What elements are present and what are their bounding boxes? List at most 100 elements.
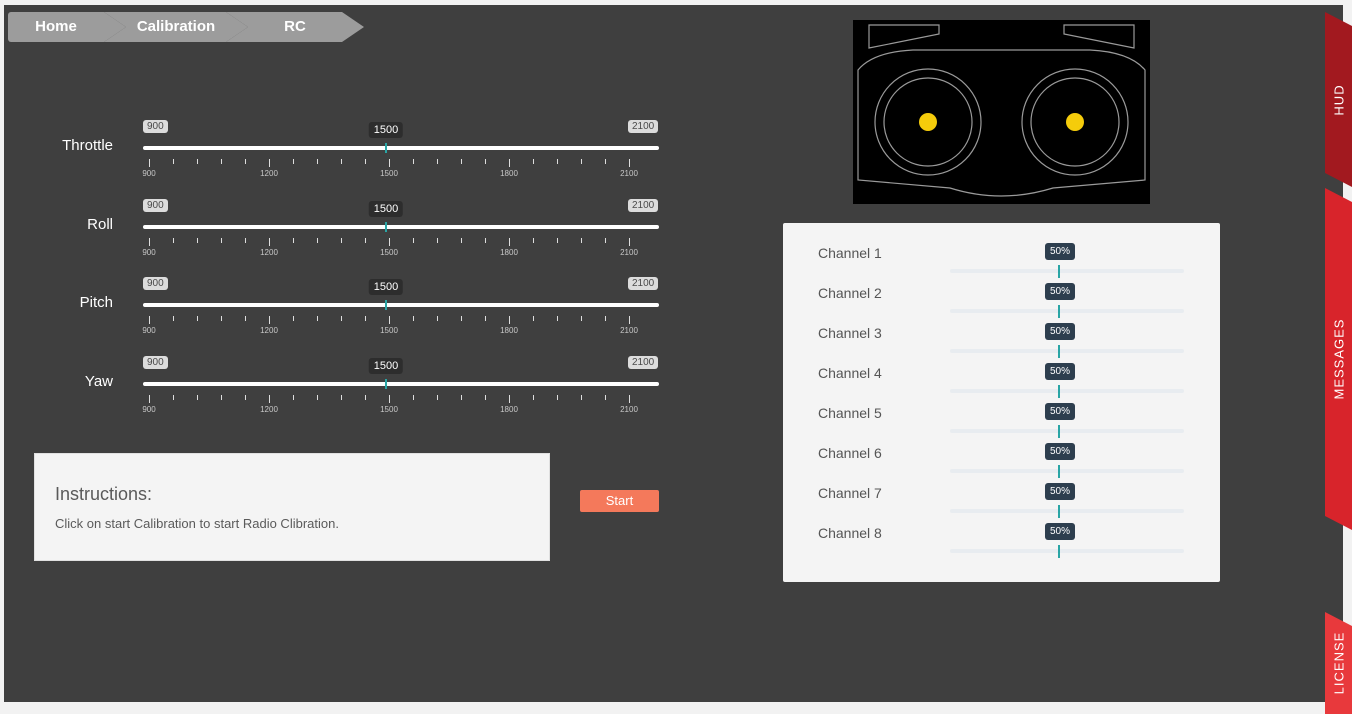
slider-tick: [485, 159, 486, 164]
breadcrumb-home[interactable]: Home: [8, 12, 126, 42]
slider-value-badge: 1500: [368, 358, 404, 374]
slider-tick-label: 1800: [500, 169, 518, 178]
slider-label: Yaw: [84, 373, 113, 390]
slider-tick: [509, 238, 510, 246]
transmitter-graphic: [857, 24, 1146, 197]
channel-value-badge: 50%: [1045, 323, 1076, 340]
slider-tick: [365, 159, 366, 164]
channel-row: Channel 7 50%: [783, 483, 1220, 523]
hud-tab[interactable]: HUD: [1325, 12, 1352, 187]
channel-row: Channel 3 50%: [783, 323, 1220, 363]
slider-tick: [173, 159, 174, 164]
channel-track: [950, 269, 1184, 273]
slider-tick: [389, 238, 390, 246]
slider-tick: [197, 238, 198, 243]
slider-tick: [389, 316, 390, 324]
slider-handle[interactable]: [385, 379, 387, 389]
channel-row: Channel 1 50%: [783, 243, 1220, 283]
slider-tick: [245, 316, 246, 321]
slider-tick: [485, 395, 486, 400]
channel-value-badge: 50%: [1045, 523, 1076, 540]
slider-tick: [533, 238, 534, 243]
slider-tick-label: 1200: [260, 326, 278, 335]
slider-tick: [293, 238, 294, 243]
slider-tick-label: 1200: [260, 169, 278, 178]
slider-tick: [413, 395, 414, 400]
slider-tick: [605, 238, 606, 243]
slider-track[interactable]: [143, 382, 659, 386]
slider-ticks: 900 1200 1500 1800 2100: [142, 159, 659, 178]
license-tab[interactable]: LICENSE: [1325, 612, 1352, 714]
slider-tick: [245, 238, 246, 243]
slider-track[interactable]: [143, 303, 659, 307]
channel-value-badge: 50%: [1045, 283, 1076, 300]
slider-tick-label: 1500: [380, 169, 398, 178]
slider-tick: [533, 395, 534, 400]
start-button[interactable]: Start: [580, 490, 659, 512]
slider-tick: [149, 159, 150, 167]
messages-tab[interactable]: MESSAGES: [1325, 188, 1352, 530]
slider-tick: [485, 238, 486, 243]
slider-tick: [317, 238, 318, 243]
slider-min-badge: 900: [143, 356, 168, 369]
slider-tick: [461, 316, 462, 321]
slider-tick: [173, 395, 174, 400]
channel-label: Channel 3: [818, 325, 882, 341]
slider-tick: [173, 316, 174, 321]
slider-tick-label: 1200: [260, 248, 278, 257]
slider-value-badge: 1500: [368, 201, 404, 217]
slider-handle[interactable]: [385, 300, 387, 310]
slider-tick-label: 1500: [380, 248, 398, 257]
slider-tick: [461, 395, 462, 400]
slider-handle[interactable]: [385, 222, 387, 232]
slider-min-badge: 900: [143, 120, 168, 133]
slider-tick: [317, 395, 318, 400]
channel-label: Channel 5: [818, 405, 882, 421]
slider-tick: [629, 159, 630, 167]
slider-value-badge: 1500: [368, 122, 404, 138]
slider-tick: [221, 238, 222, 243]
slider-tick: [509, 159, 510, 167]
slider-track[interactable]: [143, 146, 659, 150]
slider-tick-label: 2100: [620, 326, 638, 335]
slider-tick: [557, 159, 558, 164]
slider-tick-label: 1500: [380, 326, 398, 335]
slider-tick: [317, 316, 318, 321]
slider-tick: [173, 238, 174, 243]
slider-tick: [557, 316, 558, 321]
channel-handle: [1058, 465, 1060, 478]
slider-tick: [197, 395, 198, 400]
channel-track: [950, 389, 1184, 393]
slider-tick: [365, 316, 366, 321]
slider-tick-label: 900: [142, 405, 156, 414]
slider-track[interactable]: [143, 225, 659, 229]
yaw-slider: Yaw 900 1500 2100 900 1200 1500 1800 2100: [0, 356, 700, 434]
channel-track: [950, 549, 1184, 553]
slider-tick: [533, 316, 534, 321]
slider-tick: [509, 316, 510, 324]
slider-tick-label: 900: [142, 248, 156, 257]
slider-tick: [437, 395, 438, 400]
instructions-title: Instructions:: [55, 484, 153, 504]
slider-tick: [461, 238, 462, 243]
slider-handle[interactable]: [385, 143, 387, 153]
slider-tick-label: 2100: [620, 248, 638, 257]
slider-tick: [509, 395, 510, 403]
slider-ticks: 900 1200 1500 1800 2100: [142, 316, 659, 335]
slider-tick: [269, 238, 270, 246]
slider-tick: [341, 159, 342, 164]
pitch-slider: Pitch 900 1500 2100 900 1200 1500 1800 2100: [0, 277, 700, 355]
channel-track: [950, 429, 1184, 433]
slider-tick: [365, 395, 366, 400]
slider-tick: [629, 316, 630, 324]
slider-tick: [149, 316, 150, 324]
channel-track: [950, 349, 1184, 353]
slider-tick: [413, 316, 414, 321]
slider-label: Throttle: [62, 137, 113, 154]
channel-value-badge: 50%: [1045, 403, 1076, 420]
slider-tick: [149, 238, 150, 246]
slider-tick-label: 1200: [260, 405, 278, 414]
slider-tick: [269, 316, 270, 324]
channel-track: [950, 309, 1184, 313]
slider-tick: [317, 159, 318, 164]
